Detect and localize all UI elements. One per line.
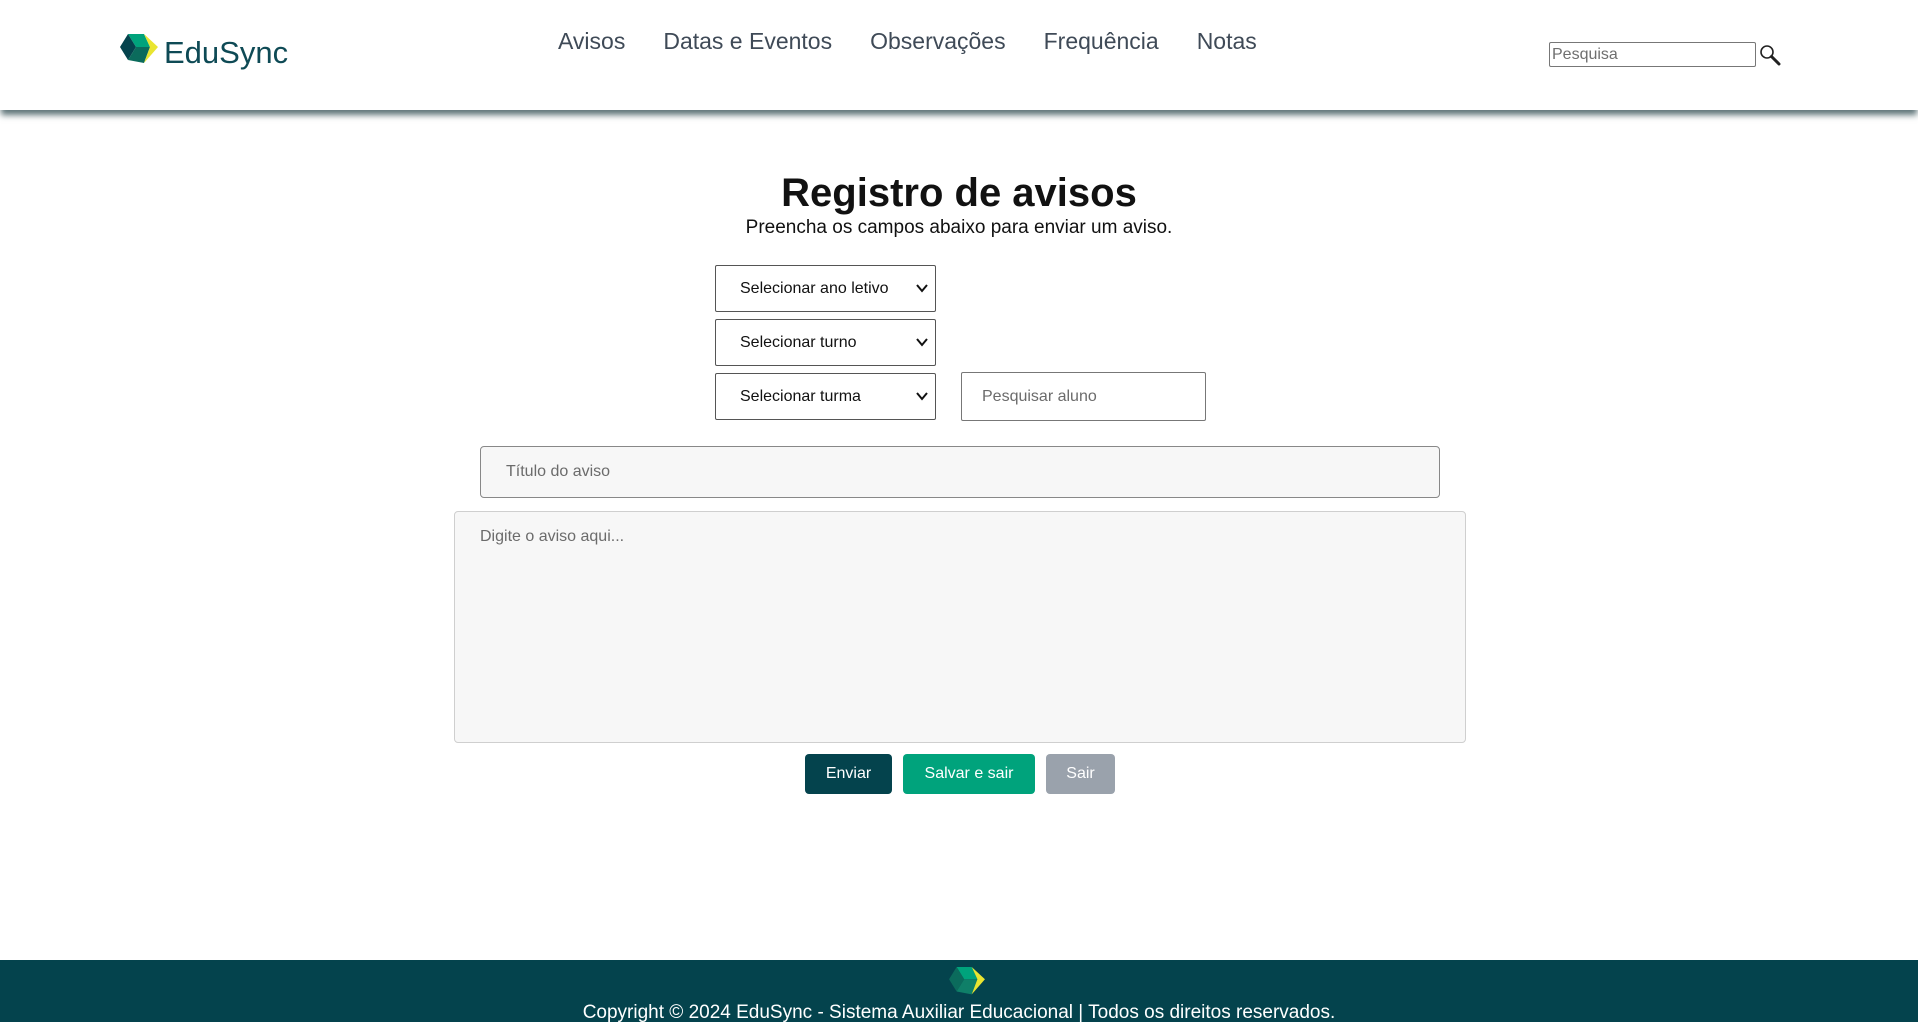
nav-avisos[interactable]: Avisos xyxy=(558,28,625,55)
header-search xyxy=(1549,42,1781,67)
select-class-value: Selecionar turma xyxy=(740,387,861,405)
page-footer: Copyright © 2024 EduSync - Sistema Auxil… xyxy=(0,960,1918,1022)
main-nav: Avisos Datas e Eventos Observações Frequ… xyxy=(558,28,1295,55)
nav-frequencia[interactable]: Frequência xyxy=(1044,28,1159,55)
nav-observacoes[interactable]: Observações xyxy=(870,28,1006,55)
notice-title-input[interactable] xyxy=(480,446,1440,498)
send-button[interactable]: Enviar xyxy=(805,754,892,794)
nav-notas[interactable]: Notas xyxy=(1197,28,1257,55)
page-title: Registro de avisos xyxy=(781,171,1137,215)
search-icon[interactable] xyxy=(1759,44,1781,66)
brand-logo[interactable]: EduSync xyxy=(119,33,289,70)
student-search-input[interactable] xyxy=(961,372,1206,421)
select-school-year-value: Selecionar ano letivo xyxy=(740,279,889,297)
top-header: EduSync Avisos Datas e Eventos Observaçõ… xyxy=(0,0,1918,110)
chevron-down-icon xyxy=(916,338,928,347)
header-search-input[interactable] xyxy=(1549,42,1756,67)
select-school-year[interactable]: Selecionar ano letivo xyxy=(715,265,936,312)
save-exit-button[interactable]: Salvar e sair xyxy=(903,754,1035,794)
select-class[interactable]: Selecionar turma xyxy=(715,373,936,420)
edusync-logo-icon xyxy=(949,966,985,995)
edusync-logo-icon xyxy=(120,34,158,63)
exit-button[interactable]: Sair xyxy=(1046,754,1115,794)
chevron-down-icon xyxy=(916,284,928,293)
copyright-text: Copyright © 2024 EduSync - Sistema Auxil… xyxy=(582,1002,1336,1022)
nav-datas-eventos[interactable]: Datas e Eventos xyxy=(663,28,832,55)
page-subtitle: Preencha os campos abaixo para enviar um… xyxy=(745,217,1173,238)
select-shift-value: Selecionar turno xyxy=(740,333,857,351)
select-shift[interactable]: Selecionar turno xyxy=(715,319,936,366)
chevron-down-icon xyxy=(916,392,928,401)
notice-body-textarea[interactable] xyxy=(454,511,1466,743)
brand-name: EduSync xyxy=(164,35,289,70)
